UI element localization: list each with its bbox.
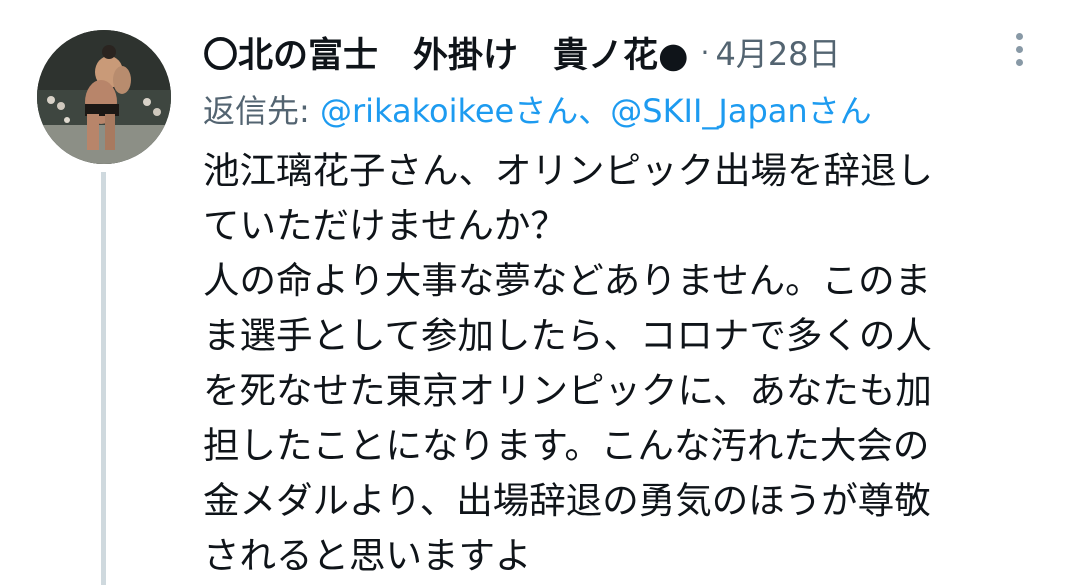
reply-handle-skii-japan[interactable]: @SKII_Japanさん (610, 92, 871, 130)
reply-handle-rikakoikee[interactable]: @rikakoikeeさん (320, 92, 578, 130)
tweet-text-line: 担したことになります。こんな汚れた大会の (203, 424, 930, 467)
reply-prefix: 返信先: (203, 92, 320, 130)
thread-line (101, 172, 106, 585)
avatar[interactable] (37, 30, 171, 164)
tweet-text-line: 金メダルより、出場辞退の勇気のほうが尊敬 (203, 479, 931, 522)
more-dot (1016, 46, 1023, 53)
tweet-text-line: 人の命より大事な夢などありません。このま (203, 259, 932, 302)
tweet-text-line: 池江璃花子さん、オリンピック出場を辞退し (203, 149, 933, 192)
display-name[interactable]: 〇北の富士 外掛け 貴ノ花● (203, 27, 689, 78)
tweet-text-line: を死なせた東京オリンピックに、あなたも加 (203, 369, 932, 412)
more-dot (1016, 59, 1023, 66)
reply-to-line: 返信先: @rikakoikeeさん、@SKII_Japanさん (203, 86, 872, 132)
sumo-wrestler-avatar-icon (37, 30, 171, 164)
tweet-text-line: されると思いますよ (203, 534, 532, 577)
tweet-text-line: ま選手として参加したら、コロナで多くの人 (203, 314, 932, 357)
tweet-text: 池江璃花子さん、オリンピック出場を辞退し ていただけませんか？ 人の命より大事な… (203, 143, 1053, 583)
tweet-text-line: ていただけませんか？ (203, 204, 567, 247)
tweet-date[interactable]: 4月28日 (715, 29, 840, 75)
more-dot (1016, 33, 1023, 40)
reply-join: 、 (578, 92, 611, 130)
separator-dot: · (700, 35, 710, 69)
tweet-header: 〇北の富士 外掛け 貴ノ花● · 4月28日 (203, 29, 841, 76)
more-vertical-icon[interactable] (1016, 33, 1024, 73)
